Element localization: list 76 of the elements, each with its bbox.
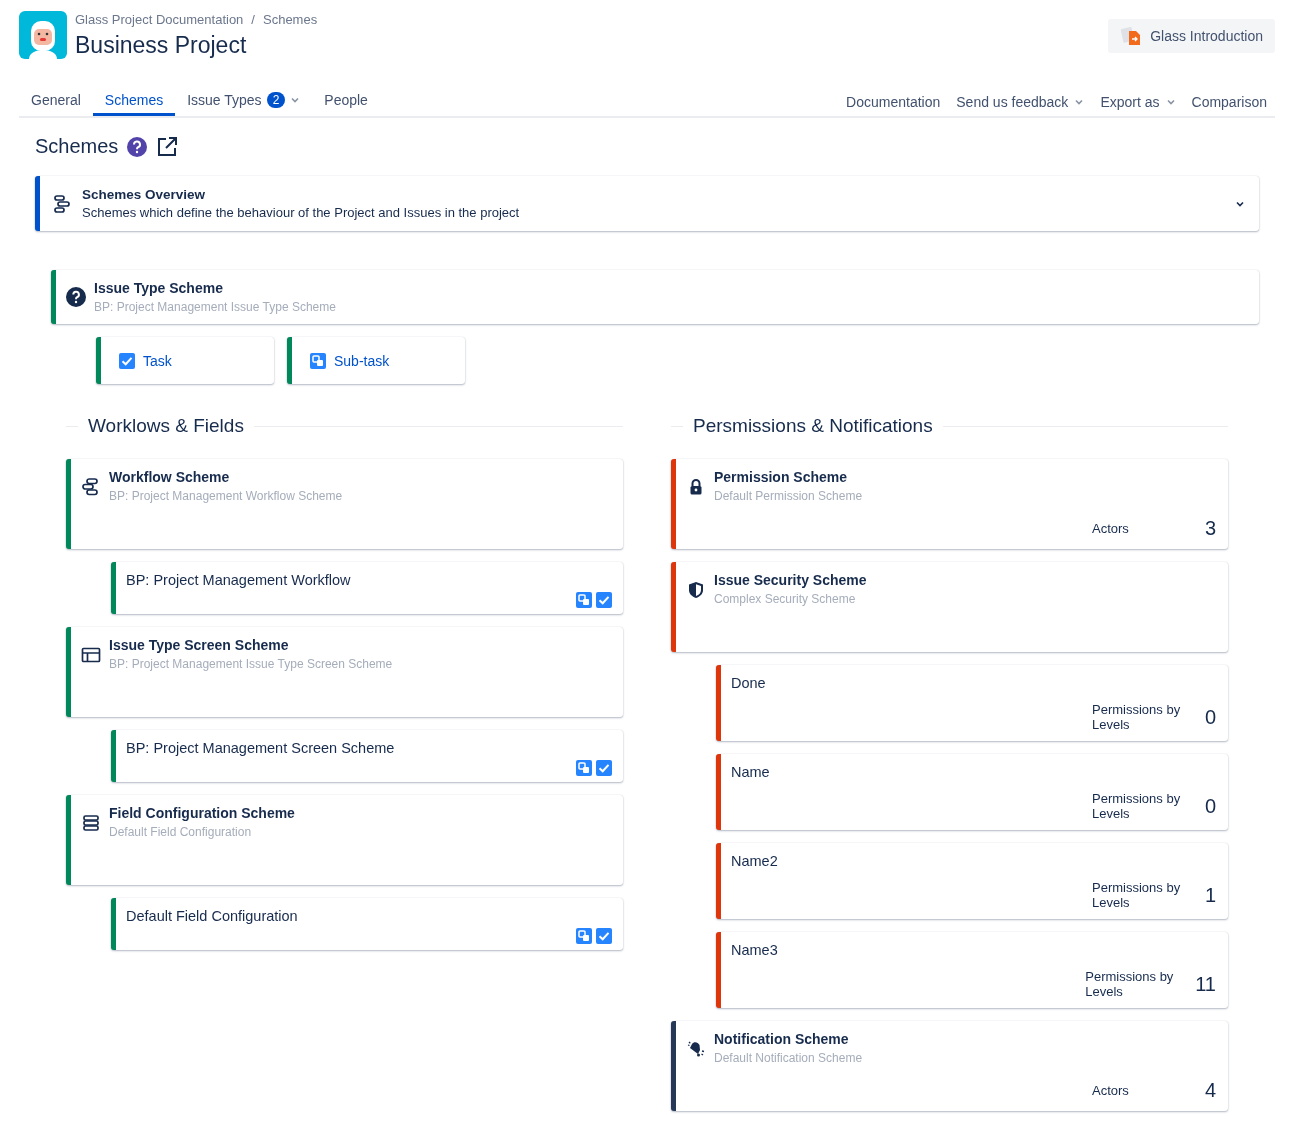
breadcrumb-link[interactable]: Schemes	[263, 12, 318, 27]
scheme-title: Issue Type Scheme	[94, 280, 224, 296]
stat-value: 4	[1203, 1079, 1216, 1102]
issue-type-card[interactable]: Sub-task	[287, 337, 465, 384]
item-label: Done	[731, 675, 767, 691]
section-heading: Persmissions & Notifications	[693, 415, 933, 437]
stat-value: 1	[1203, 883, 1216, 907]
scheme-subtitle: BP: Project Management Workflow Scheme	[109, 489, 344, 503]
tab[interactable]: People	[312, 79, 380, 116]
workflow-icon	[81, 477, 101, 497]
project-avatar	[19, 11, 67, 59]
toolbar-link[interactable]: Send us feedback	[948, 79, 1093, 116]
chevron-down-icon	[290, 95, 301, 105]
breadcrumb-link[interactable]: Glass Project Documentation	[75, 12, 244, 27]
database-icon	[81, 813, 101, 833]
subtask-icon	[576, 760, 592, 776]
page-title: Business Project	[75, 32, 248, 59]
checkbox-icon	[596, 592, 612, 608]
stat-value: 3	[1203, 517, 1216, 540]
stat-value: 11	[1195, 972, 1216, 996]
layout-icon	[81, 645, 101, 665]
scheme-subtitle: BP: Project Management Issue Type Screen Scheme	[109, 657, 394, 671]
stat-value: 0	[1203, 794, 1216, 818]
checkbox-icon	[119, 352, 135, 369]
bell-icon	[686, 1039, 706, 1059]
item-label: BP: Project Management Workflow	[126, 572, 352, 588]
item-label: BP: Project Management Screen Scheme	[126, 740, 396, 756]
issue-type-label: Task	[143, 352, 172, 369]
toolbar-link[interactable]: Export as	[1092, 79, 1184, 116]
stat-label: Permissions by Levels	[1092, 791, 1182, 821]
tab[interactable]: Schemes	[92, 79, 176, 116]
scheme-subtitle: Complex Security Scheme	[714, 592, 857, 606]
breadcrumb-separator: /	[251, 12, 255, 27]
subtask-icon	[310, 352, 326, 369]
scheme-title: Workflow Scheme	[109, 469, 231, 485]
issue-type-label: Sub-task	[334, 352, 390, 369]
shield-icon	[686, 580, 706, 600]
item-label: Name	[731, 764, 771, 780]
document-icon	[1120, 25, 1143, 47]
toolbar-link[interactable]: Documentation	[838, 79, 949, 116]
section-title: Schemes	[35, 135, 119, 158]
subtask-icon	[576, 592, 592, 608]
tab[interactable]: Issue Types 2	[175, 79, 313, 116]
item-label: Name3	[731, 942, 779, 958]
schemes-icon	[52, 193, 72, 214]
scheme-title: Notification Scheme	[714, 1031, 850, 1047]
scheme-title: Field Configuration Scheme	[109, 805, 296, 821]
stat-label: Permissions by Levels	[1085, 969, 1175, 999]
checkbox-icon	[596, 760, 612, 776]
scheme-subtitle: BP: Project Management Issue Type Scheme	[94, 300, 337, 314]
count-badge: 2	[266, 92, 286, 108]
item-label: Default Field Configuration	[126, 908, 299, 924]
section-heading: Worklows & Fields	[88, 415, 244, 437]
tab[interactable]: General	[19, 79, 93, 116]
scheme-subtitle: Default Permission Scheme	[714, 489, 864, 503]
scheme-title: Issue Type Screen Scheme	[109, 637, 290, 653]
scheme-subtitle: Default Field Configuration	[109, 825, 253, 839]
scheme-title: Issue Security Scheme	[714, 572, 868, 588]
checkbox-icon	[596, 928, 612, 944]
glass-introduction-button[interactable]: Glass Introduction	[1108, 19, 1275, 53]
stat-label: Permissions by Levels	[1092, 880, 1182, 910]
item-label: Name2	[731, 853, 779, 869]
toolbar-link[interactable]: Comparison	[1183, 79, 1275, 116]
overview-description: Schemes which define the behaviour of the Project and Issues in the project	[82, 205, 521, 220]
subtask-icon	[576, 928, 592, 944]
help-icon[interactable]	[126, 135, 149, 158]
scheme-title: Permission Scheme	[714, 469, 849, 485]
overview-title: Schemes Overview	[82, 187, 207, 202]
stat-value: 0	[1203, 705, 1216, 729]
issue-type-card[interactable]: Task	[96, 337, 274, 384]
stat-label: Actors	[1092, 1083, 1130, 1098]
scheme-subtitle: Default Notification Scheme	[714, 1051, 864, 1065]
stat-label: Actors	[1092, 521, 1130, 536]
help-icon	[66, 287, 86, 307]
external-link-icon[interactable]	[156, 135, 179, 158]
stat-label: Permissions by Levels	[1092, 702, 1182, 732]
